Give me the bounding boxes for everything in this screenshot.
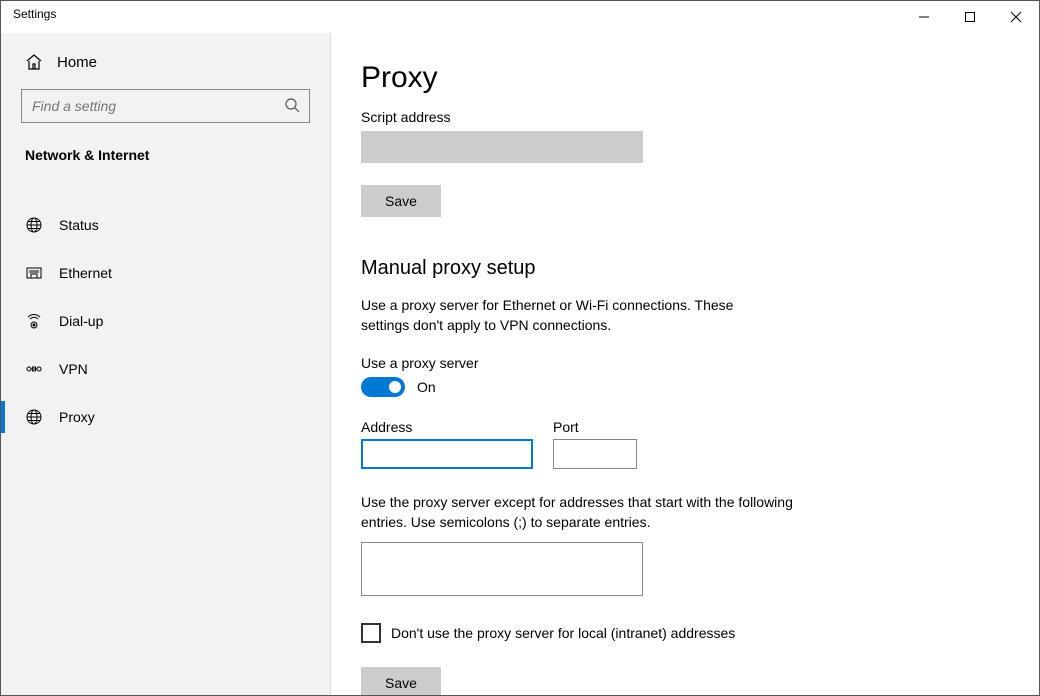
dialup-icon xyxy=(25,312,43,330)
toggle-state-label: On xyxy=(417,379,436,395)
sidebar-item-label: Proxy xyxy=(59,409,95,425)
sidebar-item-label: Ethernet xyxy=(59,265,112,281)
use-proxy-label: Use a proxy server xyxy=(361,355,1009,371)
globe-icon xyxy=(25,216,43,234)
address-label: Address xyxy=(361,419,533,435)
save-manual-button[interactable]: Save xyxy=(361,667,441,695)
home-icon xyxy=(25,53,43,71)
home-label: Home xyxy=(57,54,97,71)
vpn-icon xyxy=(25,360,43,378)
exceptions-desc: Use the proxy server except for addresse… xyxy=(361,493,801,532)
sidebar-item-dialup[interactable]: Dial-up xyxy=(1,297,330,345)
window-title: Settings xyxy=(13,7,56,21)
sidebar-item-label: Dial-up xyxy=(59,313,103,329)
sidebar-item-status[interactable]: Status xyxy=(1,201,330,249)
bypass-local-label: Don't use the proxy server for local (in… xyxy=(391,625,735,641)
sidebar-item-label: VPN xyxy=(59,361,88,377)
close-button[interactable] xyxy=(993,1,1039,33)
proxy-icon xyxy=(25,408,43,426)
search-input[interactable] xyxy=(21,89,310,123)
ethernet-icon xyxy=(25,264,43,282)
settings-window: Settings Home Network & In xyxy=(0,0,1040,696)
search-icon xyxy=(284,97,300,116)
exceptions-input[interactable] xyxy=(361,542,643,596)
bypass-local-checkbox[interactable] xyxy=(361,623,381,643)
search-wrapper xyxy=(21,89,310,123)
sidebar-item-ethernet[interactable]: Ethernet xyxy=(1,249,330,297)
sidebar-item-label: Status xyxy=(59,217,99,233)
script-address-label: Script address xyxy=(361,109,1009,125)
maximize-button[interactable] xyxy=(947,1,993,33)
sidebar-item-proxy[interactable]: Proxy xyxy=(1,393,330,441)
port-input[interactable] xyxy=(553,439,637,469)
use-proxy-toggle[interactable] xyxy=(361,377,405,397)
save-script-button[interactable]: Save xyxy=(361,185,441,217)
script-address-input xyxy=(361,131,643,163)
port-label: Port xyxy=(553,419,637,435)
page-title: Proxy xyxy=(361,61,1009,95)
content-area: Proxy Script address Save Manual proxy s… xyxy=(331,33,1039,695)
category-label: Network & Internet xyxy=(1,137,330,173)
sidebar: Home Network & Internet Status xyxy=(1,33,331,695)
address-input[interactable] xyxy=(361,439,533,469)
sidebar-item-vpn[interactable]: VPN xyxy=(1,345,330,393)
titlebar: Settings xyxy=(1,1,1039,33)
manual-setup-desc: Use a proxy server for Ethernet or Wi-Fi… xyxy=(361,296,781,335)
manual-setup-title: Manual proxy setup xyxy=(361,257,1009,280)
home-nav[interactable]: Home xyxy=(1,43,330,81)
minimize-button[interactable] xyxy=(901,1,947,33)
